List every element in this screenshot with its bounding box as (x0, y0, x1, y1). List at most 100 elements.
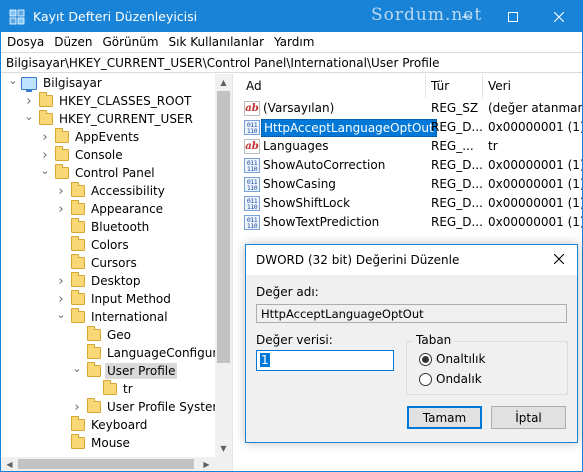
scroll-left-arrow-icon[interactable]: ◀ (1, 457, 18, 471)
column-header-data[interactable]: Veri (488, 79, 511, 93)
minimize-icon (462, 16, 472, 17)
radio-unselected-icon[interactable] (419, 372, 432, 386)
expanded-chevron-icon[interactable]: ⌄ (55, 308, 67, 326)
value-row[interactable]: 011 110 ShowShiftLock REG_D... 0x00000001 (1… (240, 194, 582, 213)
value-type: REG_... (431, 139, 474, 153)
dialog-close-button[interactable] (549, 249, 569, 269)
collapsed-chevron-icon[interactable]: › (23, 92, 35, 110)
folder-icon (39, 110, 53, 125)
value-row[interactable]: 011 110 ShowAutoCorrection REG_D... 0x000000… (240, 156, 582, 175)
scroll-right-arrow-icon[interactable]: ▶ (198, 457, 215, 471)
menu-help[interactable]: Yardım (274, 32, 321, 52)
value-row[interactable]: ab Languages REG_... tr (240, 137, 582, 156)
scroll-down-arrow-icon[interactable]: ▼ (215, 440, 232, 457)
tree-item[interactable]: Colors (55, 236, 131, 254)
value-row[interactable]: 011 110 ShowCasing REG_D... 0x00000001 (1) (240, 175, 582, 194)
registry-editor-window: Kayıt Defteri Düzenleyicisi Sordum.net D… (0, 0, 583, 472)
dialog-title: DWORD (32 bit) Değerini Düzenle (256, 253, 460, 267)
value-row[interactable]: 011 110 HttpAcceptLanguageOptOut REG_D... 0x… (240, 118, 582, 137)
ok-button[interactable]: Tamam (407, 406, 482, 429)
tree-item[interactable]: › Input Method (55, 290, 173, 308)
menu-bar: Dosya Düzen Görünüm Sık Kullanılanlar Ya… (1, 32, 582, 52)
value-name-field[interactable]: HttpAcceptLanguageOptOut (256, 304, 567, 323)
column-separator[interactable] (482, 74, 483, 98)
tree-item[interactable]: Geo (71, 326, 133, 344)
menu-view[interactable]: Görünüm (102, 32, 165, 52)
tree-item[interactable]: ⌄ HKEY_CURRENT_USER (23, 110, 195, 128)
column-header-name[interactable]: Ad (246, 79, 262, 93)
tree-item[interactable]: › Console (39, 146, 125, 164)
tree-item[interactable]: Cursors (55, 254, 139, 272)
minimize-button[interactable] (444, 1, 490, 32)
binary-value-icon: 011 110 (244, 196, 260, 211)
tree-item[interactable]: Bluetooth (55, 218, 151, 236)
collapsed-chevron-icon[interactable]: › (39, 146, 51, 164)
tree-item[interactable]: tr (87, 380, 135, 398)
tree-item[interactable]: ⌄ International (55, 308, 170, 326)
value-name: ShowAutoCorrection (263, 158, 386, 172)
base-groupbox: Taban Onaltılık Ondalık (406, 333, 568, 395)
window-title: Kayıt Defteri Düzenleyicisi (33, 9, 198, 24)
expanded-chevron-icon[interactable]: ⌄ (71, 362, 83, 380)
collapsed-chevron-icon[interactable]: › (55, 200, 67, 218)
expanded-chevron-icon[interactable]: ⌄ (7, 74, 19, 92)
computer-icon (21, 76, 37, 92)
collapsed-chevron-icon[interactable]: › (71, 398, 83, 416)
menu-edit[interactable]: Düzen (54, 32, 99, 52)
collapsed-chevron-icon[interactable]: › (55, 182, 67, 200)
close-button[interactable] (536, 1, 582, 32)
radio-decimal[interactable]: Ondalık (419, 372, 482, 386)
value-data: 0x00000001 (1) (488, 196, 582, 210)
column-header-type[interactable]: Tür (431, 79, 449, 93)
cancel-button[interactable]: İptal (491, 406, 566, 429)
folder-icon (87, 326, 101, 341)
collapsed-chevron-icon[interactable]: › (55, 272, 67, 290)
tree-item[interactable]: LanguageConfiguration (71, 344, 232, 362)
tree-horizontal-scrollbar[interactable]: ◀ ▶ (1, 457, 215, 471)
radio-hexadecimal[interactable]: Onaltılık (419, 352, 485, 366)
value-type: REG_D... (431, 196, 483, 210)
address-bar[interactable]: Bilgisayar\HKEY_CURRENT_USER\Control Pan… (1, 52, 582, 73)
tree-item[interactable]: › AppEvents (39, 128, 141, 146)
tree-item[interactable]: › Appearance (55, 200, 165, 218)
maximize-icon (508, 11, 518, 22)
maximize-button[interactable] (490, 1, 536, 32)
binary-value-icon: 011 110 (244, 120, 260, 135)
value-row[interactable]: ab(Varsayılan) REG_SZ (değer atanmamış) (240, 99, 582, 118)
expanded-chevron-icon[interactable]: ⌄ (39, 164, 51, 182)
folder-icon (87, 398, 101, 413)
pane-splitter[interactable] (232, 74, 240, 471)
scroll-up-arrow-icon[interactable]: ▲ (215, 74, 232, 91)
value-data: 0x00000001 (1) (488, 215, 582, 229)
expanded-chevron-icon[interactable]: ⌄ (23, 110, 35, 128)
tree-item[interactable]: › User Profile System Backup (71, 398, 232, 416)
tree-vertical-scrollbar[interactable]: ▲ ▼ (215, 74, 232, 457)
value-row[interactable]: 011 110 ShowTextPrediction REG_D... 0x000000… (240, 213, 582, 232)
column-separator[interactable] (425, 74, 426, 98)
collapsed-chevron-icon[interactable]: › (39, 128, 51, 146)
radio-decimal-label: Ondalık (436, 372, 482, 386)
tree-vertical-scroll-thumb[interactable] (217, 91, 230, 363)
scroll-corner (215, 457, 232, 471)
tree-item[interactable]: ⌄ Control Panel (39, 164, 157, 182)
tree-item[interactable]: › Desktop (55, 272, 143, 290)
tree-item[interactable]: Keyboard (55, 416, 149, 434)
tree-item[interactable]: Mouse (55, 434, 132, 452)
tree-horizontal-scroll-thumb[interactable] (18, 459, 194, 469)
value-type: REG_D... (431, 177, 483, 191)
menu-file[interactable]: Dosya (7, 32, 51, 52)
folder-icon (71, 416, 85, 431)
value-data-input[interactable]: 1 (256, 350, 394, 371)
tree-item[interactable]: › Accessibility (55, 182, 167, 200)
base-group-title: Taban (413, 333, 455, 347)
tree-item[interactable]: ⌄ Bilgisayar (7, 74, 104, 92)
tree-item[interactable]: ⌄ User Profile (71, 362, 178, 380)
collapsed-chevron-icon[interactable]: › (55, 290, 67, 308)
tree-item-label: Keyboard (91, 418, 148, 432)
folder-icon (55, 146, 69, 161)
menu-favorites[interactable]: Sık Kullanılanlar (169, 32, 271, 52)
radio-selected-icon[interactable] (419, 352, 432, 366)
tree-item[interactable]: › HKEY_CLASSES_ROOT (23, 92, 193, 110)
